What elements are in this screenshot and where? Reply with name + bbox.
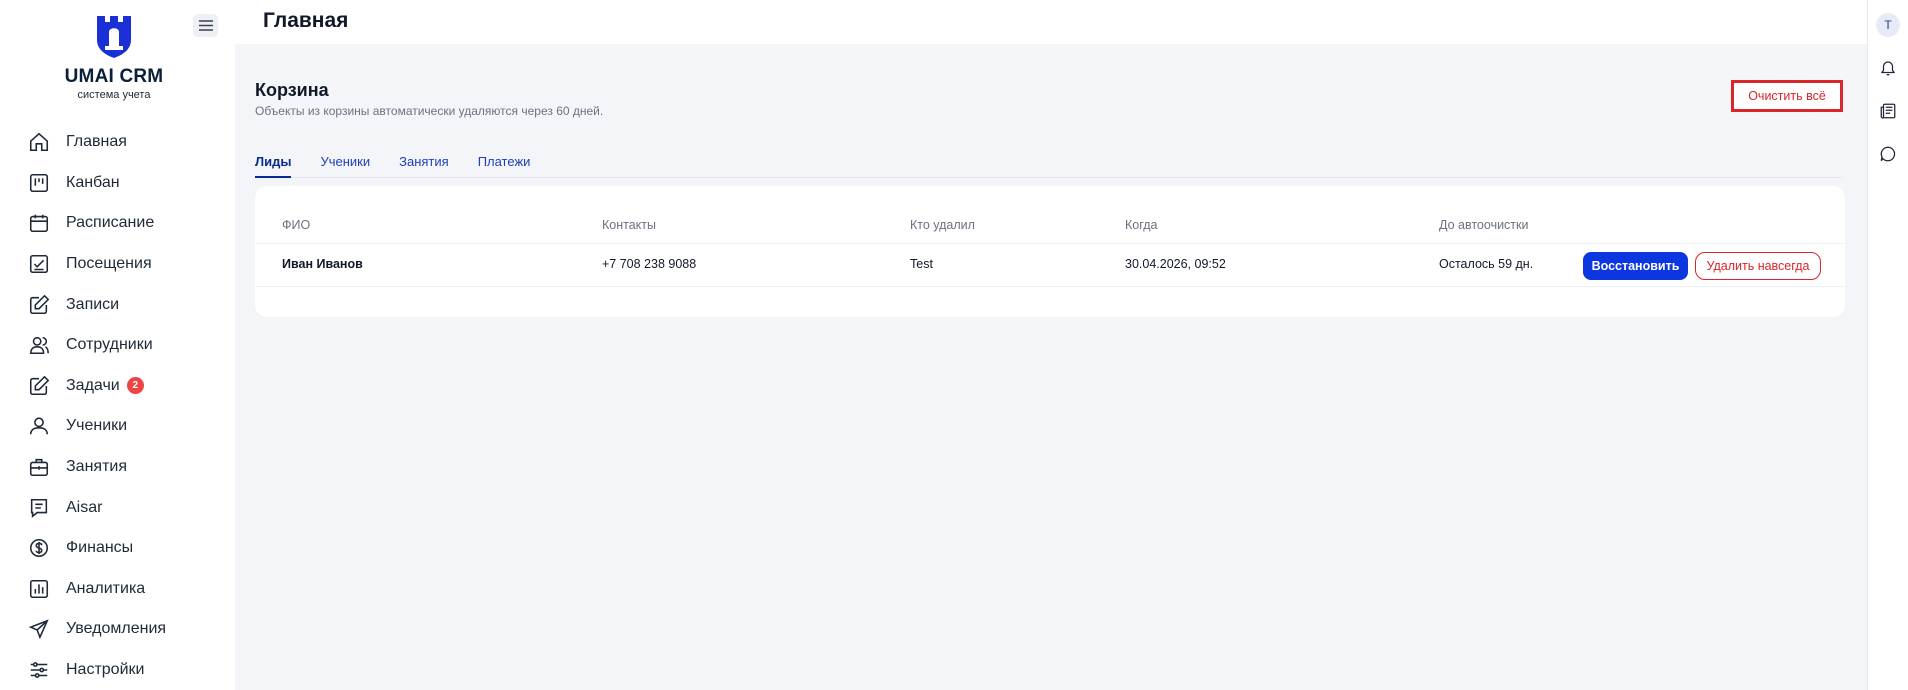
home-icon: [29, 133, 49, 152]
sidebar-item-label: Главная: [66, 133, 127, 151]
chat-icon[interactable]: [1879, 145, 1897, 163]
trash-tabs: Лиды Ученики Занятия Платежи: [255, 154, 1843, 178]
sidebar-item-label: Сотрудники: [66, 336, 153, 354]
send-icon: [28, 619, 49, 640]
edit-icon: [29, 294, 50, 314]
table-row: Иван Иванов +7 708 238 9088 Test 30.04.2…: [255, 243, 1845, 287]
sidebar-item-settings[interactable]: Настройки: [0, 650, 235, 690]
bell-icon[interactable]: [1879, 59, 1897, 77]
tasks-icon: [29, 375, 50, 395]
sidebar-item-lessons[interactable]: Занятия: [0, 447, 235, 488]
sidebar-item-label: Финансы: [66, 539, 134, 557]
tab-students[interactable]: Ученики: [320, 154, 370, 178]
sidebar-item-label: Задачи: [66, 376, 120, 394]
avatar[interactable]: T: [1876, 13, 1900, 37]
brand-subtitle: система учета: [77, 89, 151, 101]
header: Главная: [235, 0, 1867, 44]
user-icon: [29, 417, 49, 435]
chat-doc-icon: [30, 498, 48, 518]
sidebar-item-staff[interactable]: Сотрудники: [0, 325, 235, 366]
calendar-icon: [29, 215, 49, 233]
logo-castle-icon: [97, 16, 131, 58]
column-header-deleted-by: Кто удалил: [910, 218, 975, 232]
sidebar-item-label: Расписание: [66, 214, 155, 232]
sidebar-item-kanban[interactable]: Канбан: [0, 163, 235, 204]
staff-icon: [29, 337, 49, 355]
sidebar-item-label: Ученики: [66, 417, 128, 435]
sidebar-item-notifications[interactable]: Уведомления: [0, 609, 235, 650]
menu-toggle-button[interactable]: [193, 14, 218, 37]
main-content: Корзина Объекты из корзины автоматически…: [235, 44, 1867, 690]
restore-button[interactable]: Восстановить: [1583, 252, 1688, 280]
sidebar-item-label: Aisar: [66, 498, 103, 516]
sidebar-item-finance[interactable]: Финансы: [0, 528, 235, 569]
sidebar-item-label: Записи: [66, 295, 120, 313]
days-remaining: Осталось 59 дн.: [1439, 257, 1534, 271]
dollar-icon: [29, 539, 49, 558]
sidebar-item-label: Настройки: [66, 661, 145, 679]
page-title: Главная: [263, 9, 349, 32]
sidebar-item-aisar[interactable]: Aisar: [0, 487, 235, 528]
tab-lessons[interactable]: Занятия: [399, 154, 449, 178]
sidebar-item-records[interactable]: Записи: [0, 284, 235, 325]
tasks-count-badge: 2: [126, 377, 144, 395]
sidebar-nav: Главная Канбан Расписание Посещения Запи…: [0, 122, 235, 690]
trash-subtitle: Объекты из корзины автоматически удаляют…: [255, 104, 604, 118]
delete-forever-button[interactable]: Удалить навсегда: [1695, 252, 1821, 280]
right-rail: T: [1867, 0, 1908, 690]
sidebar-item-label: Уведомления: [66, 620, 167, 638]
deleted-by: Test: [910, 257, 933, 271]
lead-contact: +7 708 238 9088: [602, 257, 697, 271]
column-header-name: ФИО: [282, 218, 311, 232]
sidebar-item-label: Канбан: [66, 173, 120, 191]
sidebar-item-attendance[interactable]: Посещения: [0, 244, 235, 285]
news-icon[interactable]: [1879, 102, 1897, 120]
hamburger-icon: [198, 20, 213, 31]
brand-name: UMAI CRM: [64, 66, 164, 87]
sidebar-item-label: Аналитика: [66, 579, 146, 597]
column-header-auto-clean: До автоочистки: [1439, 218, 1529, 232]
sidebar: UMAI CRM система учета Главная Канбан Ра…: [0, 0, 235, 690]
sliders-icon: [30, 662, 48, 678]
sidebar-item-tasks[interactable]: Задачи 2: [0, 366, 235, 407]
trash-table: ФИО Контакты Кто удалил Когда До автоочи…: [255, 186, 1845, 317]
column-header-when: Когда: [1125, 218, 1158, 232]
clear-all-button[interactable]: Очистить всё: [1731, 80, 1843, 112]
tab-payments[interactable]: Платежи: [478, 154, 531, 178]
sidebar-item-label: Занятия: [66, 458, 127, 476]
briefcase-icon: [29, 458, 49, 477]
sidebar-item-label: Посещения: [66, 255, 152, 273]
tab-leads[interactable]: Лиды: [255, 154, 292, 178]
table-header: ФИО Контакты Кто удалил Когда До автоочи…: [255, 218, 1845, 237]
sidebar-item-schedule[interactable]: Расписание: [0, 203, 235, 244]
column-header-contacts: Контакты: [602, 218, 656, 232]
sidebar-item-students[interactable]: Ученики: [0, 406, 235, 447]
lead-name: Иван Иванов: [282, 257, 363, 271]
trash-title: Корзина: [255, 80, 329, 100]
sidebar-item-home[interactable]: Главная: [0, 122, 235, 163]
kanban-icon: [29, 173, 49, 192]
attendance-icon: [29, 255, 49, 274]
deleted-when: 30.04.2026, 09:52: [1125, 257, 1226, 271]
sidebar-item-analytics[interactable]: Аналитика: [0, 569, 235, 610]
chart-icon: [29, 579, 49, 598]
